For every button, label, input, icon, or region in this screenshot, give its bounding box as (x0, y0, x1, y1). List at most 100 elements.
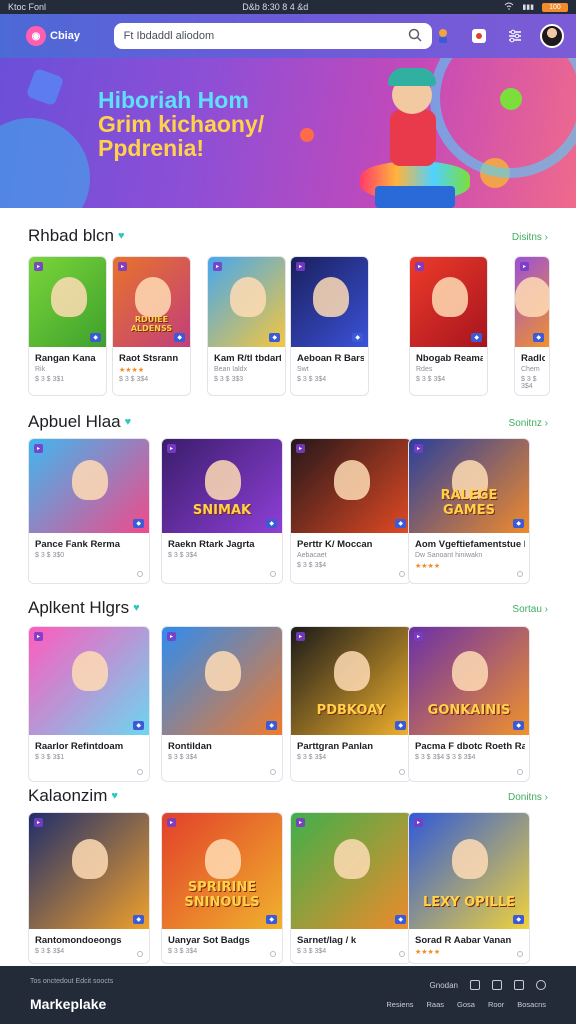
select-radio[interactable] (517, 951, 523, 957)
footer-link[interactable]: Gosa (457, 1000, 475, 1009)
game-card[interactable]: ▸ ◆ Kam R/tl tbdart Bean Ialdx $ 3 $ 3$3 (207, 256, 286, 396)
game-developer: Swt (297, 366, 309, 373)
game-name[interactable]: Uanyar Sot Badgs (168, 935, 278, 946)
game-card[interactable]: ▸ ◆ RALEGE GAMES Aom Vgeftiefamentstue I Dw … (408, 438, 530, 584)
gallery-icon[interactable] (470, 980, 480, 990)
settings-icon[interactable] (536, 980, 546, 990)
game-card[interactable]: ▸ ◆ Pance Fank Rerma $ 3 $ 3$0 (28, 438, 150, 584)
game-thumbnail[interactable]: ▸ ◆ RDUIEE ALDENSS (113, 257, 190, 347)
game-thumbnail[interactable]: ▸ ◆ RALEGE GAMES (409, 439, 529, 533)
game-thumbnail[interactable]: ▸ ◆ (29, 627, 149, 735)
game-card[interactable]: ▸ ◆ Sarnet/lag / k $ 3 $ 3$4 (290, 812, 412, 964)
game-card[interactable]: ▸ ◆ SPRIRINE SNINOULS Uanyar Sot Badgs $ 3 $… (161, 812, 283, 964)
footer-link[interactable]: Resiens (386, 1000, 413, 1009)
game-thumbnail[interactable]: ▸ ◆ (29, 813, 149, 929)
achievements-icon[interactable] (432, 25, 454, 47)
game-developer: Rik (35, 366, 46, 373)
game-card[interactable]: ▸ ◆ Rangan Kana Rik $ 3 $ 3$1 (28, 256, 107, 396)
game-thumbnail[interactable]: ▸ ◆ (291, 813, 411, 929)
game-card[interactable]: ▸ ◆ Radlc Chem $ 3 $ 3$4 (514, 256, 550, 396)
game-thumbnail[interactable]: ▸ ◆ (410, 257, 487, 347)
grid-icon[interactable] (492, 980, 502, 990)
game-card[interactable]: ▸ ◆ Raarlor Refintdoam $ 3 $ 3$1 (28, 626, 150, 782)
game-thumbnail[interactable]: ▸ ◆ SNIMAK (162, 439, 282, 533)
game-card[interactable]: ▸ ◆ Perttr K/ Moccan Aebacaet $ 3 $ 3$4 (290, 438, 412, 584)
footer-link[interactable]: Roor (488, 1000, 504, 1009)
select-radio[interactable] (270, 951, 276, 957)
select-radio[interactable] (137, 769, 143, 775)
game-name[interactable]: Pance Fank Rerma (35, 539, 145, 550)
game-name[interactable]: Raarlor Refintdoam (35, 741, 145, 752)
badge-icon: ▸ (118, 262, 128, 271)
game-thumbnail[interactable]: ▸ ◆ (29, 257, 106, 347)
game-thumbnail[interactable]: ▸ ◆ (291, 257, 368, 347)
search-icon[interactable] (408, 28, 422, 45)
see-all-link[interactable]: Sortau › (512, 604, 548, 615)
character-illustration (205, 838, 241, 879)
game-name[interactable]: Rontildan (168, 741, 278, 752)
select-radio[interactable] (399, 951, 405, 957)
game-card[interactable]: ▸ ◆ PDBKOAY Parttgran Panlan $ 3 $ 3$4 (290, 626, 412, 782)
game-name[interactable]: Sarnet/lag / k (297, 935, 407, 946)
game-card[interactable]: ▸ ◆ SNIMAK Raekn Rtark Jagrta $ 3 $ 3$4 (161, 438, 283, 584)
game-name[interactable]: Aeboan R Barslt (297, 353, 364, 364)
game-thumbnail[interactable]: ▸ ◆ (515, 257, 549, 347)
footer-link[interactable]: Bosacns (517, 1000, 546, 1009)
game-price: $ 3 $ 3$1 (35, 754, 65, 761)
game-thumbnail[interactable]: ▸ ◆ GONKAINIS (409, 627, 529, 735)
see-all-link[interactable]: Donitns › (508, 792, 548, 803)
game-thumbnail[interactable]: ▸ ◆ SPRIRINE SNINOULS (162, 813, 282, 929)
select-radio[interactable] (517, 769, 523, 775)
game-name[interactable]: Aom Vgeftiefamentstue I (415, 539, 525, 550)
game-card[interactable]: ▸ ◆ LEXY OPILLE Sorad R Aabar Vanan ★★★★ (408, 812, 530, 964)
game-card[interactable]: ▸ ◆ RDUIEE ALDENSS Raot Stsrann ★★★★ $ 3 $ 3$… (112, 256, 191, 396)
game-name[interactable]: Radlc (521, 353, 545, 364)
platform-icon: ◆ (395, 915, 406, 924)
game-title-art: PDBKOAY (316, 702, 386, 718)
platform-icon: ◆ (513, 721, 524, 730)
game-name[interactable]: Perttr K/ Moccan (297, 539, 407, 550)
select-radio[interactable] (270, 571, 276, 577)
game-thumbnail[interactable]: ▸ ◆ (208, 257, 285, 347)
game-card[interactable]: ▸ ◆ Aeboan R Barslt Swt $ 3 $ 3$4 (290, 256, 369, 396)
game-card[interactable]: ▸ ◆ Rantomondoeongs $ 3 $ 3$4 (28, 812, 150, 964)
select-radio[interactable] (270, 769, 276, 775)
game-name[interactable]: Raot Stsrann (119, 353, 186, 364)
game-name[interactable]: Parttgran Panlan (297, 741, 407, 752)
character-illustration (334, 650, 370, 691)
see-all-link[interactable]: Disitns › (512, 232, 548, 243)
select-radio[interactable] (517, 571, 523, 577)
promo-banner[interactable]: Hiboriah Hom Grim kichaony/ Ppdrenia! (0, 58, 576, 208)
game-card[interactable]: ▸ ◆GONKAINIS Pacma F dbotc Roeth Rado $ 3 $… (408, 626, 530, 782)
game-name[interactable]: Nbogab Reama (416, 353, 483, 364)
character-illustration (312, 276, 349, 317)
select-radio[interactable] (399, 769, 405, 775)
user-avatar[interactable] (540, 24, 564, 48)
game-developer: Dw Sanoant hiniwakn (415, 552, 483, 559)
game-thumbnail[interactable]: ▸ ◆ LEXY OPILLE (409, 813, 529, 929)
select-radio[interactable] (137, 951, 143, 957)
game-name[interactable]: Sorad R Aabar Vanan (415, 935, 525, 946)
notifications-icon[interactable] (468, 25, 490, 47)
game-thumbnail[interactable]: ▸ ◆ PDBKOAY (291, 627, 411, 735)
character-illustration (205, 650, 241, 691)
see-all-link[interactable]: Sonitnz › (509, 418, 548, 429)
app-logo[interactable]: ◉ Cbiay (26, 26, 96, 46)
game-card[interactable]: ▸ ◆ Rontildan $ 3 $ 3$4 (161, 626, 283, 782)
select-radio[interactable] (137, 571, 143, 577)
game-name[interactable]: Kam R/tl tbdart (214, 353, 281, 364)
game-name[interactable]: Raekn Rtark Jagrta (168, 539, 278, 550)
share-icon[interactable] (514, 980, 524, 990)
game-thumbnail[interactable]: ▸ ◆ (162, 627, 282, 735)
banner-headline-line1: Hiboriah Hom (98, 87, 249, 113)
footer-link[interactable]: Raas (427, 1000, 445, 1009)
search-input[interactable]: Ft Ibdaddl aliodom (113, 23, 432, 49)
select-radio[interactable] (399, 571, 405, 577)
game-thumbnail[interactable]: ▸ ◆ (29, 439, 149, 533)
settings-icon[interactable] (504, 25, 526, 47)
game-card[interactable]: ▸ ◆ Nbogab Reama Rdes $ 3 $ 3$4 (409, 256, 488, 396)
game-name[interactable]: Pacma F dbotc Roeth Rado (415, 741, 525, 752)
game-name[interactable]: Rangan Kana (35, 353, 102, 364)
game-thumbnail[interactable]: ▸ ◆ (291, 439, 411, 533)
game-name[interactable]: Rantomondoeongs (35, 935, 145, 946)
